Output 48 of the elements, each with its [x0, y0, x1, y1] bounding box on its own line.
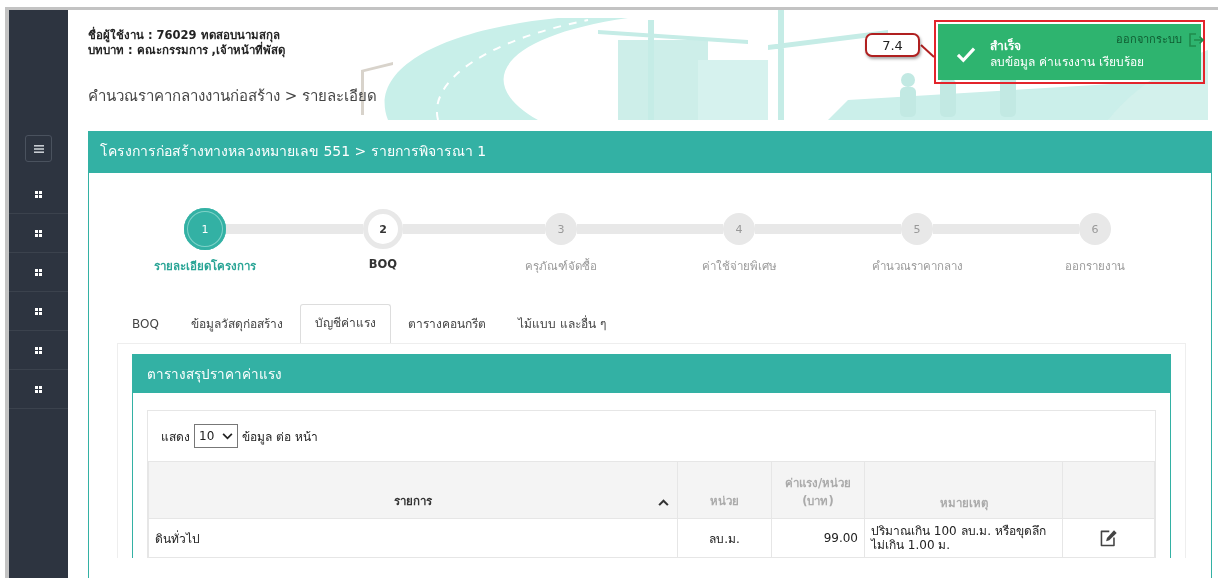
- table-cell: ลบ.ม.: [677, 518, 772, 558]
- step-label: คำนวณราคากลาง: [871, 258, 963, 275]
- table-cell: ดินทั่วไป: [148, 518, 678, 558]
- user-name: ชื่อผู้ใช้งาน : 76029 ทดสอบนามสกุล: [88, 28, 280, 43]
- panel-title: โครงการก่อสร้างทางหลวงหมายเลข 551 > รายการพิจารณา 1: [89, 132, 1211, 173]
- tab[interactable]: ข้อมูลวัสดุก่อสร้าง: [175, 305, 298, 343]
- step-connector: [226, 224, 294, 234]
- panel-title: ตารางสรุปราคาค่าแรง: [133, 355, 1170, 393]
- tab[interactable]: บัญชีค่าแรง: [299, 304, 391, 343]
- step-label: ค่าใช้จ่ายพิเศษ: [701, 258, 777, 275]
- breadcrumb: คำนวณราคากลางงานก่อสร้าง > รายละเอียด: [88, 86, 378, 107]
- grid-icon: [35, 385, 42, 393]
- menu-button[interactable]: [25, 135, 52, 162]
- logout-link[interactable]: ออกจากระบบ: [1116, 32, 1204, 48]
- grid-icon: [35, 229, 42, 237]
- grid-icon: [35, 190, 42, 198]
- toast-message: ลบข้อมูล ค่าแรงงาน เรียบร้อย: [990, 54, 1144, 70]
- grid-icon: [35, 346, 42, 354]
- tab[interactable]: ตารางคอนกรีต: [392, 305, 501, 343]
- sort-up-icon[interactable]: [658, 499, 669, 506]
- step-label: ออกรายงาน: [1065, 258, 1125, 275]
- step-label: BOQ: [368, 257, 398, 271]
- tab[interactable]: BOQ: [117, 305, 174, 343]
- column-header[interactable]: รายการ: [148, 461, 678, 519]
- column-header[interactable]: หน่วย: [677, 461, 772, 519]
- check-icon: [956, 46, 976, 63]
- table-cell: ปริมาณเกิน 100 ลบ.ม. หรือขุดลึกไม่เกิน 1.00 ม.: [864, 518, 1063, 558]
- toast-title: สำเร็จ: [990, 38, 1021, 54]
- step-circle[interactable]: 2: [363, 209, 403, 249]
- step-label: รายละเอียดโครงการ: [154, 258, 256, 275]
- logout-icon: [1188, 32, 1204, 48]
- column-header[interactable]: หมายเหตุ: [864, 461, 1063, 519]
- annotation-callout: 7.4: [865, 33, 920, 57]
- page-size-select[interactable]: 10: [194, 424, 239, 448]
- page-size-label: ข้อมูล ต่อ หน้า: [242, 428, 318, 446]
- edit-icon[interactable]: [1099, 529, 1118, 547]
- step-circle[interactable]: 1: [184, 208, 226, 250]
- grid-icon: [35, 307, 42, 315]
- page-size-label: แสดง: [161, 428, 190, 446]
- table-cell: 99.00: [771, 518, 865, 558]
- grid-icon: [35, 268, 42, 276]
- leader-line: [920, 44, 935, 58]
- column-header[interactable]: ค่าแรง/หน่วย (บาท): [771, 461, 865, 519]
- chevron-down-icon: [222, 432, 234, 440]
- user-role: บทบาท : คณะกรรมการ ,เจ้าหน้าที่พัสดุ: [88, 43, 285, 58]
- tab[interactable]: ไม้แบบ และอื่น ๆ: [502, 305, 621, 343]
- step-label: ครุภัณฑ์จัดซื้อ: [525, 257, 597, 275]
- menu-icon: [33, 144, 44, 153]
